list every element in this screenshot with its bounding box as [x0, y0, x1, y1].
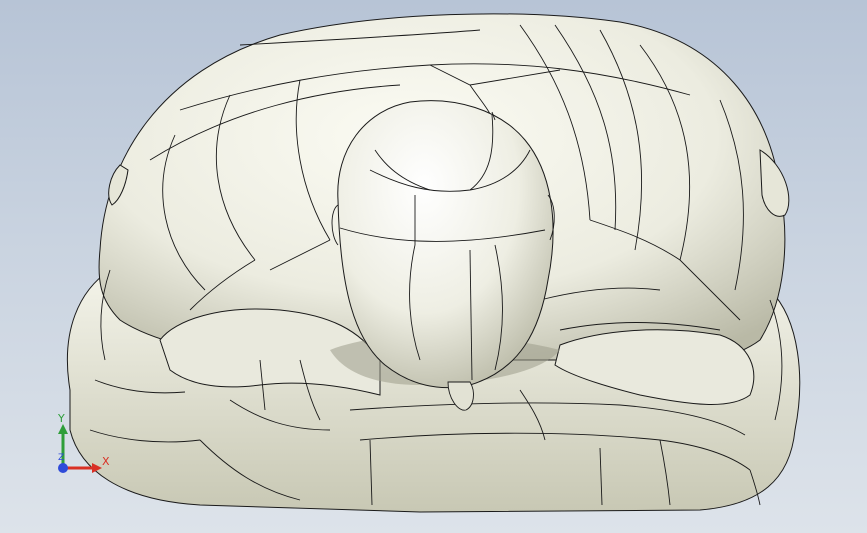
- z-axis-label: Z: [58, 453, 65, 463]
- z-axis-dot: [58, 463, 68, 473]
- x-axis-label: X: [102, 455, 110, 468]
- mannequin-model[interactable]: [0, 0, 867, 533]
- y-axis-label: Y: [58, 412, 65, 425]
- graphics-viewport[interactable]: X Y Z: [0, 0, 867, 533]
